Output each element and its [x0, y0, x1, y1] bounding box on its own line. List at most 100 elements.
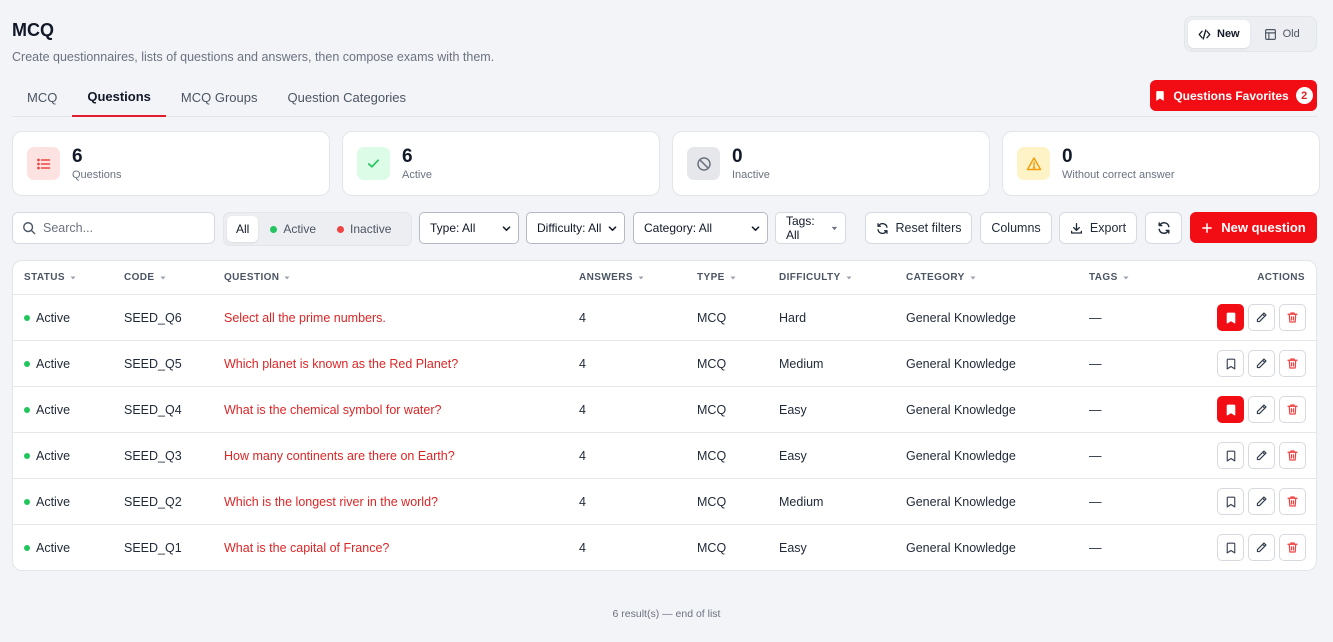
favorite-button[interactable] — [1217, 534, 1244, 561]
pencil-icon — [1256, 496, 1267, 507]
reset-filters-button[interactable]: Reset filters — [865, 212, 972, 244]
stat-label: Without correct answer — [1062, 168, 1175, 181]
cell-status: Active — [24, 387, 70, 433]
type-select[interactable]: Type: All — [419, 212, 519, 244]
sort-caret-icon — [1123, 276, 1129, 279]
stat-icon-wrap — [27, 147, 60, 180]
refresh-button[interactable] — [1145, 212, 1182, 244]
table-row[interactable]: Active SEED_Q6 Select all the prime numb… — [13, 295, 1316, 341]
question-link[interactable]: What is the chemical symbol for water? — [224, 387, 441, 433]
ban-icon — [696, 156, 711, 171]
cell-code: SEED_Q5 — [124, 357, 182, 371]
edit-button[interactable] — [1248, 488, 1275, 515]
col-answers-label: ANSWERS — [579, 272, 633, 283]
row-actions — [1217, 488, 1306, 515]
col-answers[interactable]: ANSWERS — [579, 272, 645, 283]
pencil-icon — [1256, 312, 1267, 323]
questions-favorites-button[interactable]: Questions Favorites 2 — [1150, 80, 1317, 111]
plus-icon — [1202, 222, 1213, 233]
bookmark-icon — [1226, 404, 1235, 415]
table-row[interactable]: Active SEED_Q2 Which is the longest rive… — [13, 479, 1316, 525]
status-all-button[interactable]: All — [227, 216, 259, 242]
page-header: MCQ Create questionnaires, lists of ques… — [12, 20, 494, 64]
stat-label: Questions — [72, 168, 122, 181]
cell-tags: — — [1089, 449, 1102, 463]
tab-questions[interactable]: Questions — [72, 78, 166, 117]
col-category[interactable]: CATEGORY — [906, 272, 977, 283]
tab-question-categories[interactable]: Question Categories — [273, 78, 422, 116]
category-select[interactable]: Category: All — [633, 212, 768, 244]
cell-category: General Knowledge — [906, 495, 1016, 509]
delete-button[interactable] — [1279, 304, 1306, 331]
edit-button[interactable] — [1248, 396, 1275, 423]
delete-button[interactable] — [1279, 396, 1306, 423]
new-question-button[interactable]: New question — [1190, 212, 1317, 243]
version-old-button[interactable]: Old — [1254, 20, 1310, 48]
table-row[interactable]: Active SEED_Q4 What is the chemical symb… — [13, 387, 1316, 433]
question-link[interactable]: What is the capital of France? — [224, 525, 389, 570]
col-question[interactable]: QUESTION — [224, 272, 291, 283]
cell-difficulty: Easy — [779, 403, 807, 417]
cell-tags: — — [1089, 495, 1102, 509]
edit-button[interactable] — [1248, 534, 1275, 561]
tab-mcq-groups[interactable]: MCQ Groups — [166, 78, 273, 116]
columns-button[interactable]: Columns — [980, 212, 1052, 244]
inactive-dot-icon — [337, 225, 345, 233]
col-difficulty[interactable]: DIFFICULTY — [779, 272, 853, 283]
question-link[interactable]: How many continents are there on Earth? — [224, 433, 455, 479]
question-link[interactable]: Which planet is known as the Red Planet? — [224, 341, 458, 387]
status-inactive-label: Inactive — [350, 222, 392, 236]
table-row[interactable]: Active SEED_Q1 What is the capital of Fr… — [13, 525, 1316, 570]
delete-button[interactable] — [1279, 442, 1306, 469]
col-status[interactable]: STATUS — [24, 272, 77, 283]
tab-mcq[interactable]: MCQ — [12, 78, 72, 116]
row-actions — [1217, 396, 1306, 423]
col-code-label: CODE — [124, 272, 155, 283]
search-icon — [23, 222, 36, 235]
cell-category: General Knowledge — [906, 541, 1016, 555]
status-segmented-control: All Active Inactive — [223, 212, 412, 246]
favorite-button[interactable] — [1217, 304, 1244, 331]
favorite-button[interactable] — [1217, 350, 1244, 377]
bookmark-icon — [1226, 450, 1235, 461]
col-tags[interactable]: TAGS — [1089, 272, 1130, 283]
favorite-button[interactable] — [1217, 442, 1244, 469]
pencil-icon — [1256, 542, 1267, 553]
table-row[interactable]: Active SEED_Q5 Which planet is known as … — [13, 341, 1316, 387]
version-new-button[interactable]: New — [1188, 20, 1250, 48]
export-button[interactable]: Export — [1059, 212, 1137, 244]
delete-button[interactable] — [1279, 350, 1306, 377]
col-code[interactable]: CODE — [124, 272, 167, 283]
difficulty-select[interactable]: Difficulty: All — [526, 212, 625, 244]
edit-button[interactable] — [1248, 304, 1275, 331]
search-input[interactable] — [43, 221, 203, 235]
delete-button[interactable] — [1279, 488, 1306, 515]
cell-tags: — — [1089, 357, 1102, 371]
tags-select[interactable]: Tags: All — [775, 212, 846, 244]
type-select-value: Type: All — [430, 221, 476, 235]
table-row[interactable]: Active SEED_Q3 How many continents are t… — [13, 433, 1316, 479]
favorites-count-badge: 2 — [1295, 87, 1313, 104]
page-title: MCQ — [12, 20, 54, 40]
code-icon — [1198, 28, 1211, 40]
favorite-button[interactable] — [1217, 488, 1244, 515]
sort-caret-icon — [970, 276, 976, 279]
delete-button[interactable] — [1279, 534, 1306, 561]
cell-type: MCQ — [697, 403, 727, 417]
col-actions: ACTIONS — [1257, 272, 1305, 283]
active-dot-icon — [270, 225, 278, 233]
edit-button[interactable] — [1248, 350, 1275, 377]
status-inactive-button[interactable]: Inactive — [328, 216, 400, 242]
col-type[interactable]: TYPE — [697, 272, 737, 283]
edit-button[interactable] — [1248, 442, 1275, 469]
stat-label: Inactive — [732, 168, 770, 181]
cell-code: SEED_Q3 — [124, 449, 182, 463]
cell-answers: 4 — [579, 357, 586, 371]
cell-status: Active — [24, 341, 70, 387]
search-box — [12, 212, 215, 244]
status-active-button[interactable]: Active — [261, 216, 325, 242]
favorite-button[interactable] — [1217, 396, 1244, 423]
status-dot-icon — [24, 545, 30, 551]
question-link[interactable]: Select all the prime numbers. — [224, 295, 386, 341]
question-link[interactable]: Which is the longest river in the world? — [224, 479, 438, 525]
